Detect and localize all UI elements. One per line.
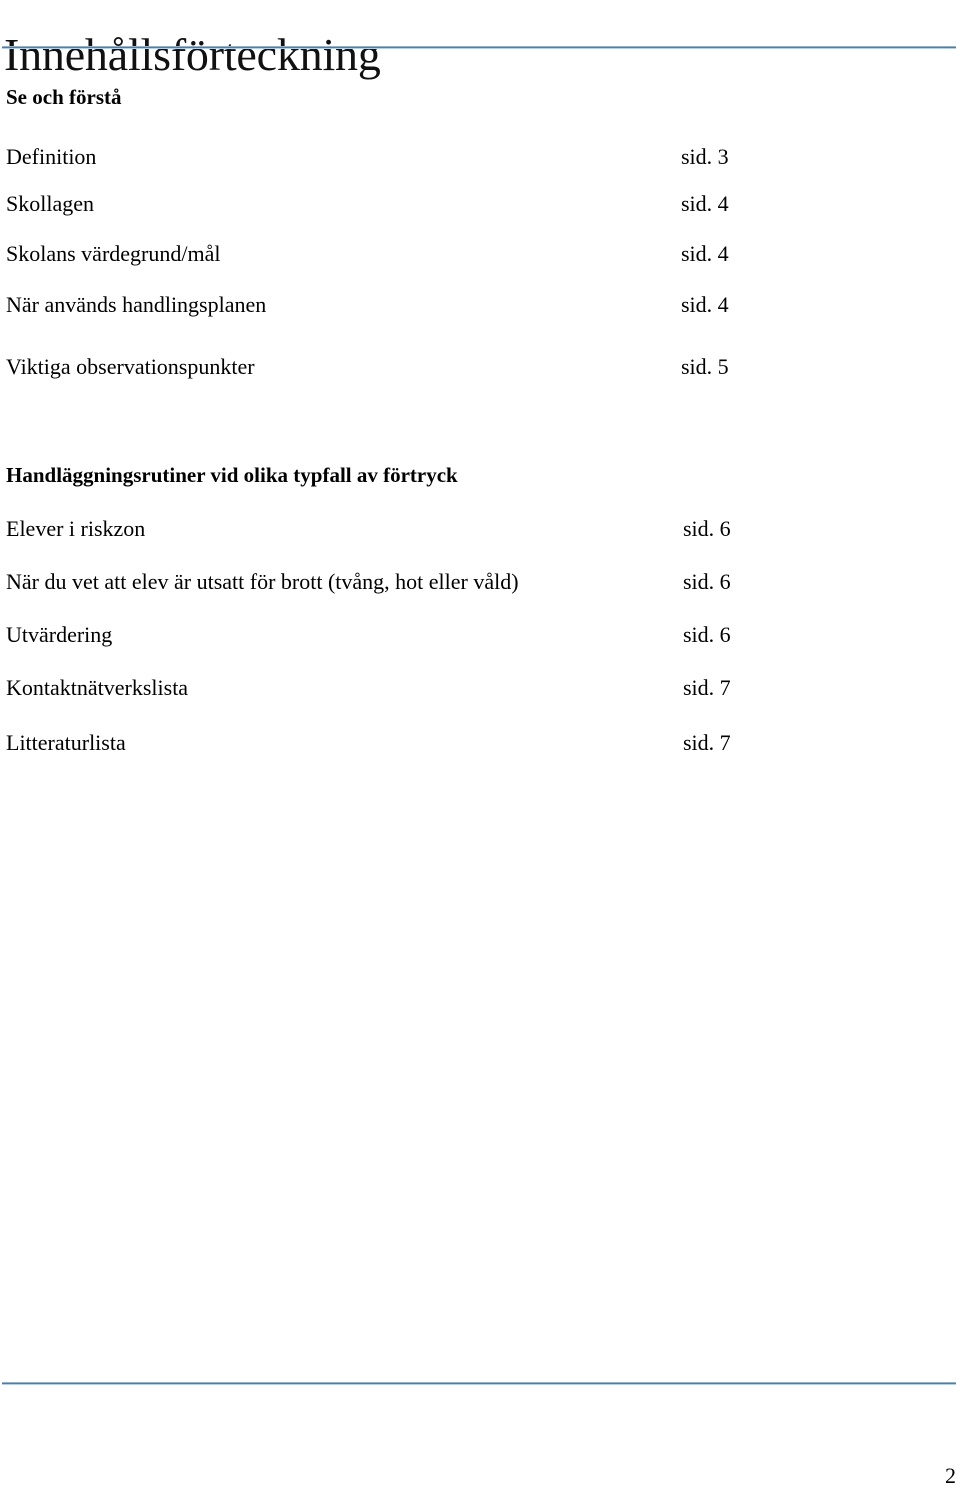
- toc-entry[interactable]: Definition sid. 3: [0, 142, 960, 172]
- toc-entry-page: sid. 4: [681, 191, 729, 216]
- toc-entry[interactable]: Litteraturlista sid. 7: [0, 728, 960, 758]
- toc-entry-page: sid. 5: [681, 354, 729, 379]
- toc-entry[interactable]: Kontaktnätverkslista sid. 7: [0, 673, 960, 703]
- toc-entry-label: När du vet att elev är utsatt för brott …: [6, 569, 519, 594]
- section-heading-handlaggningsrutiner: Handläggningsrutiner vid olika typfall a…: [6, 463, 458, 487]
- toc-entry[interactable]: När du vet att elev är utsatt för brott …: [0, 567, 960, 597]
- page-title: Innehållsförteckning: [4, 28, 381, 80]
- toc-entry-label: Skollagen: [6, 191, 94, 216]
- toc-entry-page: sid. 4: [681, 292, 729, 317]
- toc-entry-page: sid. 3: [681, 144, 729, 169]
- toc-entry-label: Utvärdering: [6, 622, 113, 647]
- toc-entry-label: Litteraturlista: [6, 730, 126, 755]
- toc-entry[interactable]: Skolans värdegrund/mål sid. 4: [0, 239, 960, 269]
- toc-entry-page: sid. 7: [683, 675, 731, 700]
- toc-entry-page: sid. 6: [683, 516, 731, 541]
- toc-entry-label: Viktiga observationspunkter: [6, 354, 255, 379]
- toc-entry-page: sid. 6: [683, 622, 731, 647]
- toc-entry-page: sid. 7: [683, 730, 731, 755]
- document-page: Innehållsförteckning Se och förstå Defin…: [0, 0, 960, 1503]
- toc-entry-label: Kontaktnätverkslista: [6, 675, 189, 700]
- footer-divider: [2, 1382, 956, 1385]
- header-divider: [2, 46, 956, 49]
- page-number: 2: [945, 1463, 956, 1488]
- toc-entry[interactable]: Viktiga observationspunkter sid. 5: [0, 352, 960, 382]
- section-heading-se-och-forsta: Se och förstå: [6, 85, 122, 109]
- toc-entry-page: sid. 6: [683, 569, 731, 594]
- toc-entry[interactable]: När används handlingsplanen sid. 4: [0, 290, 960, 320]
- toc-entry-page: sid. 4: [681, 241, 729, 266]
- toc-entry-label: Skolans värdegrund/mål: [6, 241, 221, 266]
- toc-entry[interactable]: Elever i riskzon sid. 6: [0, 514, 960, 544]
- toc-entry[interactable]: Utvärdering sid. 6: [0, 620, 960, 650]
- toc-entry-label: När används handlingsplanen: [6, 292, 267, 317]
- toc-entry-label: Elever i riskzon: [6, 516, 146, 541]
- toc-entry[interactable]: Skollagen sid. 4: [0, 189, 960, 219]
- toc-entry-label: Definition: [6, 144, 97, 169]
